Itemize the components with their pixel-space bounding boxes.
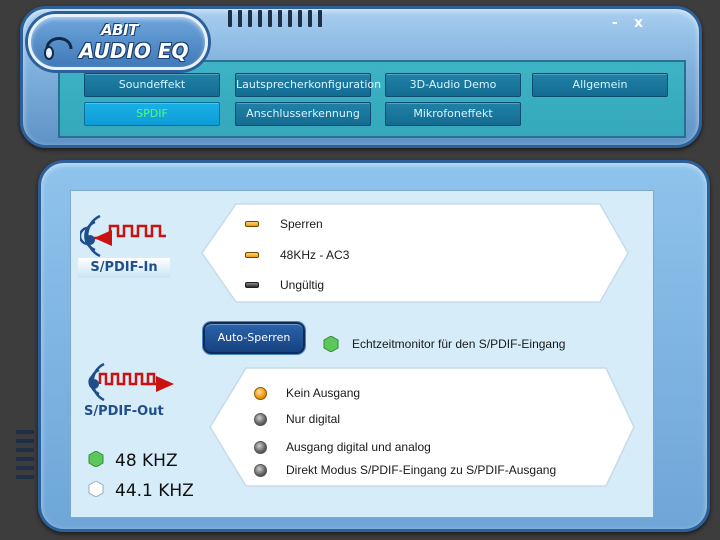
app-title: AUDIO EQ	[79, 39, 189, 63]
option-label: Ungültig	[280, 278, 325, 292]
frequency-44-status-icon	[88, 481, 104, 497]
auto-lock-button[interactable]: Auto-Sperren	[203, 322, 305, 354]
app-logo: ABIT AUDIO EQ	[28, 14, 208, 70]
tab-allgemein[interactable]: Allgemein	[532, 73, 668, 97]
close-button[interactable]: x	[634, 16, 643, 30]
spdif-out-option-digital-analog[interactable]: Ausgang digital und analog	[254, 440, 431, 454]
brand-logo-text: ABIT	[101, 21, 138, 39]
signal-in-icon	[80, 214, 166, 258]
spdif-in-option-ungueltig: Ungültig	[245, 278, 324, 292]
spdif-out-option-nur-digital[interactable]: Nur digital	[254, 412, 340, 426]
radio-button[interactable]	[254, 440, 267, 454]
tab-mikrofoneffekt[interactable]: Mikrofoneffekt	[385, 102, 521, 126]
frequency-48-status-icon	[88, 451, 104, 467]
option-label: Nur digital	[286, 412, 341, 426]
frequency-44khz-label: 44.1 KHZ	[115, 481, 194, 501]
minimize-button[interactable]: -	[612, 16, 618, 30]
status-indicator	[245, 252, 259, 258]
spdif-in-option-48khz: 48KHz - AC3	[245, 248, 349, 262]
audio-eq-window: - x ABIT AUDIO EQ Soundeffekt Lautsprech…	[0, 0, 720, 540]
tab-anschlusserkennung[interactable]: Anschlusserkennung	[235, 102, 371, 126]
status-indicator	[245, 282, 259, 288]
spdif-in-option-sperren: Sperren	[245, 217, 323, 231]
radio-button[interactable]	[254, 412, 267, 426]
tab-area	[58, 60, 686, 138]
spdif-out-label: S/PDIF-Out	[84, 404, 164, 419]
option-label: 48KHz - AC3	[280, 248, 350, 262]
option-label: Kein Ausgang	[286, 386, 361, 400]
spdif-out-option-kein-ausgang[interactable]: Kein Ausgang	[254, 386, 360, 400]
monitor-status-icon	[323, 336, 339, 352]
spdif-out-option-direkt-modus[interactable]: Direkt Modus S/PDIF-Eingang zu S/PDIF-Au…	[254, 463, 556, 477]
radio-button[interactable]	[254, 463, 267, 477]
tab-3d-audio-demo[interactable]: 3D-Audio Demo	[385, 73, 521, 97]
drag-grip-top[interactable]	[228, 10, 322, 27]
signal-out-icon	[88, 362, 174, 402]
tab-soundeffekt[interactable]: Soundeffekt	[84, 73, 220, 97]
frequency-48khz-label: 48 KHZ	[115, 451, 178, 471]
tab-spdif[interactable]: SPDIF	[84, 102, 220, 126]
option-label: Ausgang digital und analog	[286, 440, 431, 454]
status-indicator	[245, 221, 259, 227]
tab-lautsprecherkonfiguration[interactable]: Lautsprecherkonfiguration	[235, 73, 381, 97]
option-label: Direkt Modus S/PDIF-Eingang zu S/PDIF-Au…	[286, 463, 557, 477]
spdif-in-label: S/PDIF-In	[78, 258, 170, 278]
realtime-monitor-label: Echtzeitmonitor für den S/PDIF-Eingang	[352, 337, 566, 351]
option-label: Sperren	[280, 217, 323, 231]
drag-grip-left[interactable]	[16, 430, 34, 479]
headphones-icon	[44, 37, 73, 60]
radio-button-selected[interactable]	[254, 386, 267, 400]
